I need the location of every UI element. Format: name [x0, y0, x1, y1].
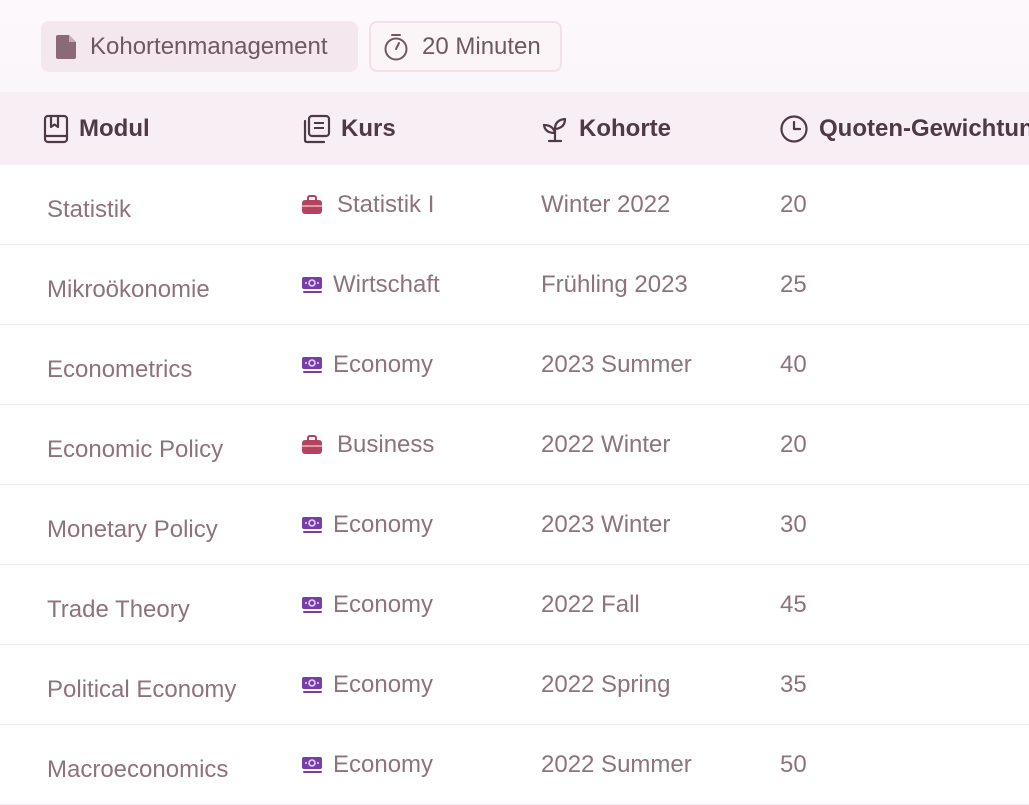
- cell-kurs-label: Economy: [333, 351, 434, 378]
- cell-modul: Trade Theory: [47, 596, 190, 623]
- briefcase-icon: [301, 435, 323, 455]
- cell-kurs: Statistik I: [301, 191, 434, 219]
- cell-modul: Mikroökonomie: [47, 276, 210, 303]
- stopwatch-icon: [383, 33, 409, 61]
- cell-kurs: Economy: [301, 351, 433, 379]
- cell-quoten-gewichtung: 20: [780, 191, 807, 218]
- cell-modul: Political Economy: [47, 676, 237, 703]
- table-body: Statistik Statistik I Winter 2022 20 Mikroök…: [0, 165, 1029, 805]
- column-header-label: Quoten-Gewichtung: [819, 114, 1029, 142]
- cell-modul: Econometrics: [47, 356, 193, 383]
- briefcase-icon: [301, 195, 323, 215]
- cell-kohorte: 2022 Summer: [541, 751, 692, 778]
- table-row[interactable]: Trade Theory Economy 2022 Fall 45: [0, 565, 1029, 645]
- cell-kohorte: 2023 Winter: [541, 511, 671, 538]
- cell-quoten-gewichtung: 25: [780, 271, 807, 298]
- cell-modul: Monetary Policy: [47, 516, 218, 543]
- cell-kurs: Economy: [301, 591, 433, 619]
- sprout-icon: [541, 115, 569, 143]
- cell-kurs-label: Statistik I: [337, 191, 435, 218]
- cell-quoten-gewichtung: 40: [780, 351, 807, 378]
- cell-kurs-label: Economy: [333, 671, 434, 698]
- cell-kohorte: 2023 Summer: [541, 351, 692, 378]
- document-chip[interactable]: Kohortenmanagement: [41, 21, 358, 72]
- column-header-kurs[interactable]: Kurs: [301, 92, 396, 165]
- timer-chip-label: 20 Minuten: [422, 32, 541, 60]
- table-row[interactable]: Monetary Policy Economy 2023 Winter 30: [0, 485, 1029, 565]
- timer-chip[interactable]: 20 Minuten: [369, 21, 562, 72]
- cell-quoten-gewichtung: 50: [780, 751, 807, 778]
- cell-kurs-label: Business: [337, 431, 435, 458]
- money-icon: [301, 356, 323, 374]
- column-header-label: Modul: [79, 114, 150, 142]
- table-row[interactable]: Economic Policy Business 2022 Winter 20: [0, 405, 1029, 485]
- table-row[interactable]: Mikroökonomie Wirtschaft Frühling 2023 25: [0, 245, 1029, 325]
- cell-quoten-gewichtung: 30: [780, 511, 807, 538]
- money-icon: [301, 276, 323, 294]
- cell-kohorte: Frühling 2023: [541, 271, 688, 298]
- money-icon: [301, 596, 323, 614]
- cell-kurs: Business: [301, 431, 434, 459]
- table-header: Modul Kurs Kohorte Quoten-Gewichtung: [0, 92, 1029, 165]
- table-row[interactable]: Statistik Statistik I Winter 2022 20: [0, 165, 1029, 245]
- money-icon: [301, 756, 323, 774]
- column-header-quoten-gewichtung[interactable]: Quoten-Gewichtung: [779, 92, 1029, 165]
- money-icon: [301, 676, 323, 694]
- cell-kurs: Economy: [301, 511, 433, 539]
- cell-kohorte: 2022 Fall: [541, 591, 640, 618]
- cell-kurs-label: Economy: [333, 751, 434, 778]
- cell-quoten-gewichtung: 45: [780, 591, 807, 618]
- cell-modul: Macroeconomics: [47, 756, 229, 783]
- column-header-kohorte[interactable]: Kohorte: [541, 92, 671, 165]
- column-header-modul[interactable]: Modul: [43, 92, 150, 165]
- cell-kurs: Economy: [301, 751, 433, 779]
- column-header-label: Kohorte: [579, 114, 671, 142]
- cell-quoten-gewichtung: 35: [780, 671, 807, 698]
- file-icon: [55, 34, 77, 60]
- cell-kurs-label: Wirtschaft: [333, 271, 440, 298]
- library-icon: [301, 114, 331, 144]
- cell-kohorte: 2022 Spring: [541, 671, 671, 698]
- table-row[interactable]: Econometrics Economy 2023 Summer 40: [0, 325, 1029, 405]
- cell-kohorte: 2022 Winter: [541, 431, 671, 458]
- table-row[interactable]: Political Economy Economy 2022 Spring 35: [0, 645, 1029, 725]
- toolbar: Kohortenmanagement 20 Minuten: [0, 0, 1029, 92]
- column-header-label: Kurs: [341, 114, 396, 142]
- money-icon: [301, 516, 323, 534]
- table-row[interactable]: Macroeconomics Economy 2022 Summer 50: [0, 725, 1029, 805]
- cell-kurs: Economy: [301, 671, 433, 699]
- cell-kohorte: Winter 2022: [541, 191, 671, 218]
- cell-kurs-label: Economy: [333, 511, 434, 538]
- cell-modul: Economic Policy: [47, 436, 224, 463]
- cell-modul: Statistik: [47, 196, 132, 223]
- cell-kurs: Wirtschaft: [301, 271, 440, 299]
- cell-quoten-gewichtung: 20: [780, 431, 807, 458]
- clock-icon: [779, 114, 809, 144]
- document-chip-label: Kohortenmanagement: [90, 32, 328, 60]
- book-icon: [43, 114, 69, 144]
- cell-kurs-label: Economy: [333, 591, 434, 618]
